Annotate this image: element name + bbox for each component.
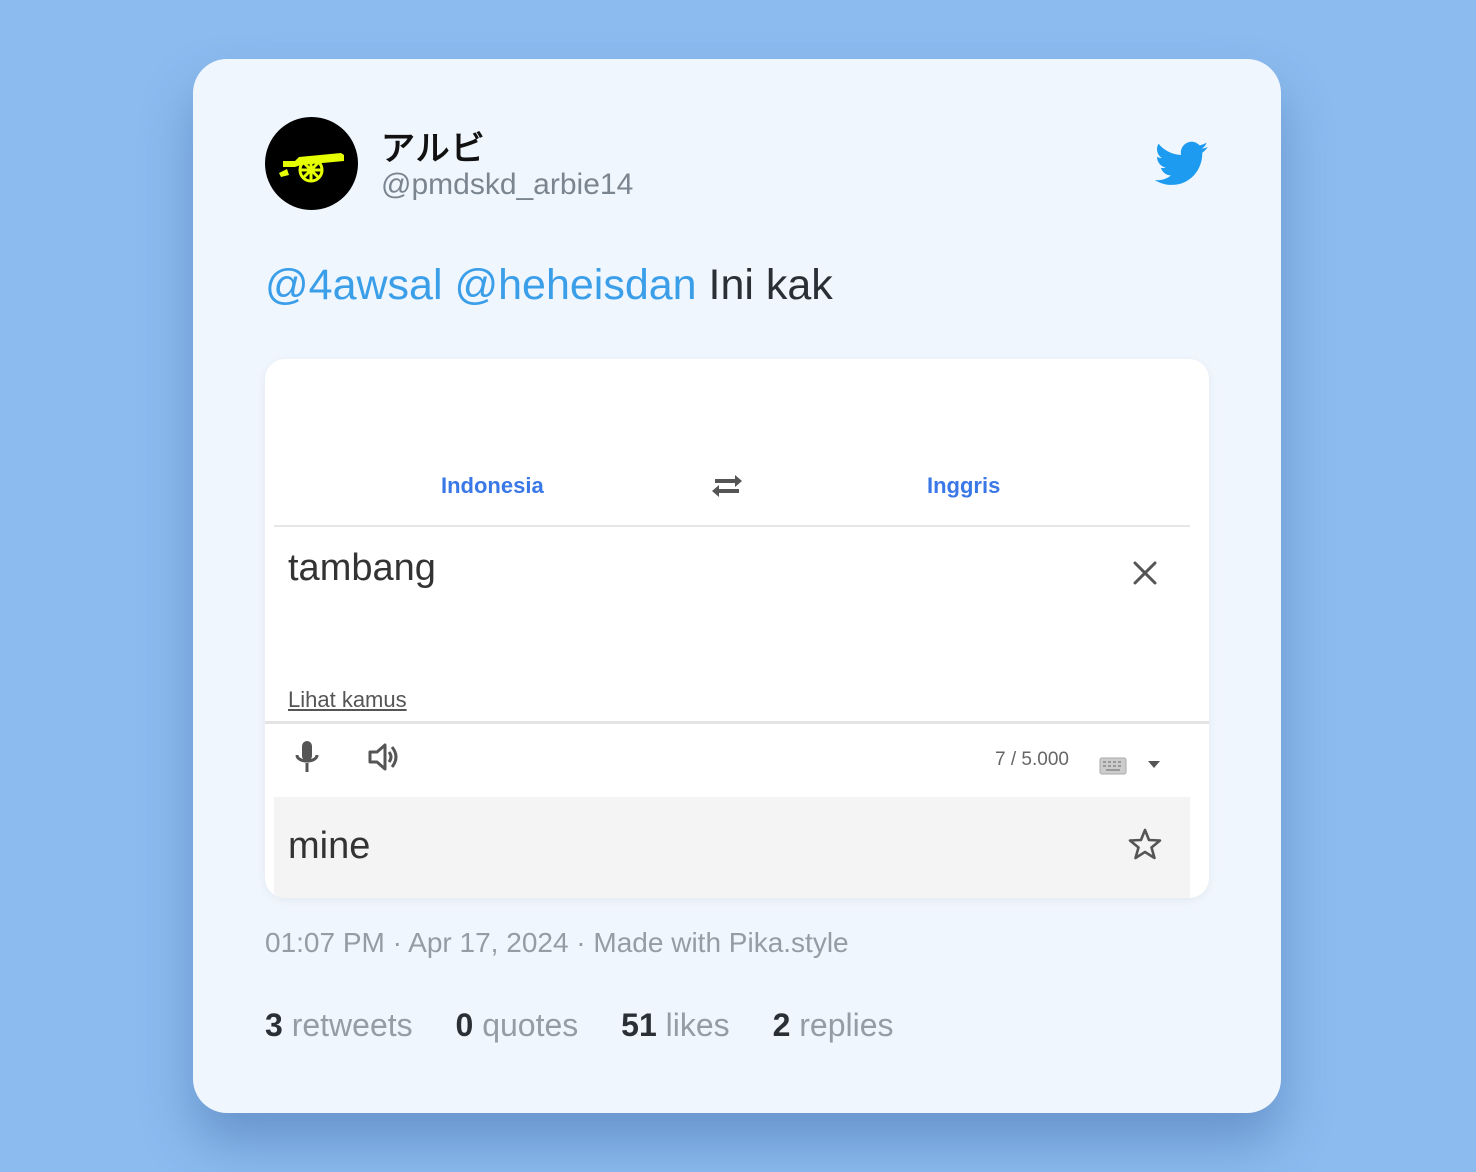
display-name[interactable]: アルビ — [381, 121, 486, 170]
dictionary-link[interactable]: Lihat kamus — [288, 687, 407, 713]
stat-count: 2 — [772, 1007, 791, 1043]
stat-label: replies — [799, 1007, 894, 1043]
tweet-body: Ini kak — [708, 261, 833, 309]
avatar[interactable] — [265, 117, 358, 210]
tweet-card: アルビ @pmdskd_arbie14 @4awsal @heheisdan I… — [193, 59, 1281, 1113]
stat-label: likes — [665, 1007, 730, 1043]
source-language-button[interactable]: Indonesia — [441, 473, 544, 499]
keyboard-icon[interactable] — [1099, 757, 1127, 775]
tweet-meta: 01:07 PM · Apr 17, 2024 · Made with Pika… — [265, 927, 849, 958]
star-icon[interactable] — [1128, 827, 1162, 861]
stat-label: quotes — [482, 1007, 579, 1043]
language-bar: Indonesia Inggris — [265, 459, 1209, 525]
stat-quotes[interactable]: 0 quotes — [456, 1007, 588, 1043]
stat-count: 51 — [621, 1007, 657, 1043]
target-language-button[interactable]: Inggris — [927, 473, 1000, 499]
translation-result: mine — [274, 797, 1190, 898]
swap-arrows-icon[interactable] — [711, 473, 743, 501]
close-icon[interactable] — [1131, 559, 1159, 587]
source-text-input[interactable]: tambang — [288, 547, 436, 590]
mention-link[interactable]: @heheisdan — [454, 261, 696, 309]
microphone-icon[interactable] — [293, 739, 321, 775]
chevron-down-icon[interactable] — [1147, 759, 1161, 769]
tweet-stats: 3 retweets 0 quotes 51 likes 2 replies — [265, 1007, 928, 1044]
stat-label: retweets — [291, 1007, 413, 1043]
cannon-logo-icon — [279, 153, 344, 183]
speaker-icon[interactable] — [367, 741, 401, 773]
translate-screenshot: Indonesia Inggris tambang Lihat kamus 7 … — [265, 359, 1209, 898]
user-handle[interactable]: @pmdskd_arbie14 — [381, 168, 633, 202]
stat-count: 0 — [455, 1007, 474, 1043]
result-text: mine — [288, 825, 371, 867]
tweet-text: @4awsal @heheisdan Ini kak — [265, 261, 833, 310]
divider — [265, 721, 1209, 724]
twitter-bird-icon[interactable] — [1155, 141, 1209, 187]
stat-count: 3 — [265, 1007, 283, 1043]
stat-likes[interactable]: 51 likes — [621, 1007, 738, 1043]
stat-replies[interactable]: 2 replies — [773, 1007, 894, 1043]
stat-retweets[interactable]: 3 retweets — [265, 1007, 422, 1043]
mention-link[interactable]: @4awsal — [265, 261, 443, 309]
character-count: 7 / 5.000 — [995, 749, 1069, 770]
divider — [274, 525, 1190, 527]
